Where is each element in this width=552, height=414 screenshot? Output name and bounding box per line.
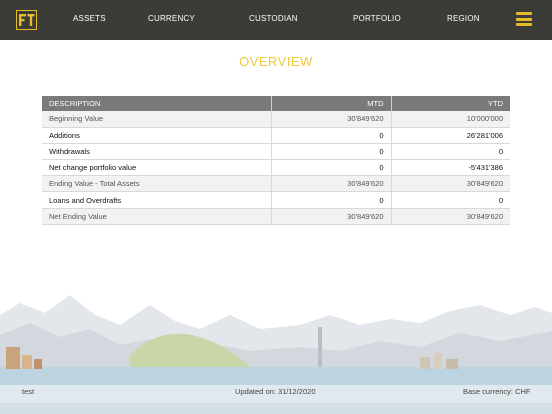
nav-item-custodian[interactable]: CUSTODIAN [249,14,298,23]
row-mtd-value: 30'849'620 [271,175,392,193]
row-label: Net Ending Value [42,208,272,225]
nav-item-assets[interactable]: ASSETS [73,14,106,23]
table-row: Ending Value - Total Assets 30'849'620 3… [42,175,510,193]
nav-item-currency[interactable]: CURRENCY [148,14,195,23]
row-ytd-value: 10'000'000 [391,111,510,128]
ft-logo-icon[interactable] [16,10,37,30]
row-mtd-value: 30'849'620 [271,111,392,128]
menu-icon-bar [516,12,532,15]
table-row: Additions 0 26'281'006 [42,127,510,144]
row-ytd-value: 30'849'620 [391,208,510,225]
row-mtd-value: 0 [271,127,392,144]
table-row: Net change portfolio value 0 -5'431'386 [42,159,510,177]
table-row: Net Ending Value 30'849'620 30'849'620 [42,208,510,225]
column-header-mtd: MTD [271,96,392,111]
table-row: Withdrawals 0 0 [42,143,510,161]
row-mtd-value: 0 [271,143,392,161]
table-header-row: DESCRIPTION MTD YTD [42,96,510,111]
row-ytd-value: 0 [391,143,510,161]
nav-item-portfolio[interactable]: PORTFOLIO [353,14,401,23]
row-label: Ending Value - Total Assets [42,175,272,193]
column-header-description: DESCRIPTION [42,96,272,111]
menu-icon-bar [516,23,532,26]
row-ytd-value: -5'431'386 [391,159,510,177]
row-mtd-value: 0 [271,159,392,177]
menu-icon[interactable] [516,12,532,26]
row-ytd-value: 30'849'620 [391,175,510,193]
table-row: Loans and Overdrafts 0 0 [42,191,510,209]
column-header-ytd: YTD [391,96,510,111]
page-title: OVERVIEW [239,54,313,69]
row-ytd-value: 26'281'006 [391,127,510,144]
row-mtd-value: 0 [271,191,392,209]
row-mtd-value: 30'849'620 [271,208,392,225]
row-ytd-value: 0 [391,191,510,209]
row-label: Withdrawals [42,143,272,161]
row-label: Loans and Overdrafts [42,191,272,209]
footer-user-label: test [22,387,35,396]
footer-base-currency: Base currency: CHF [463,387,531,396]
row-label: Additions [42,127,272,144]
nav-item-region[interactable]: REGION [447,14,480,23]
row-label: Net change portfolio value [42,159,272,177]
table-row: Beginning Value 30'849'620 10'000'000 [42,111,510,128]
row-label: Beginning Value [42,111,272,128]
top-navigation-bar: ASSETS CURRENCY CUSTODIAN PORTFOLIO REGI… [0,0,552,40]
menu-icon-bar [516,17,532,21]
overview-table: DESCRIPTION MTD YTD Beginning Value 30'8… [42,96,510,225]
footer-updated-date: Updated on: 31/12/2020 [235,387,316,396]
